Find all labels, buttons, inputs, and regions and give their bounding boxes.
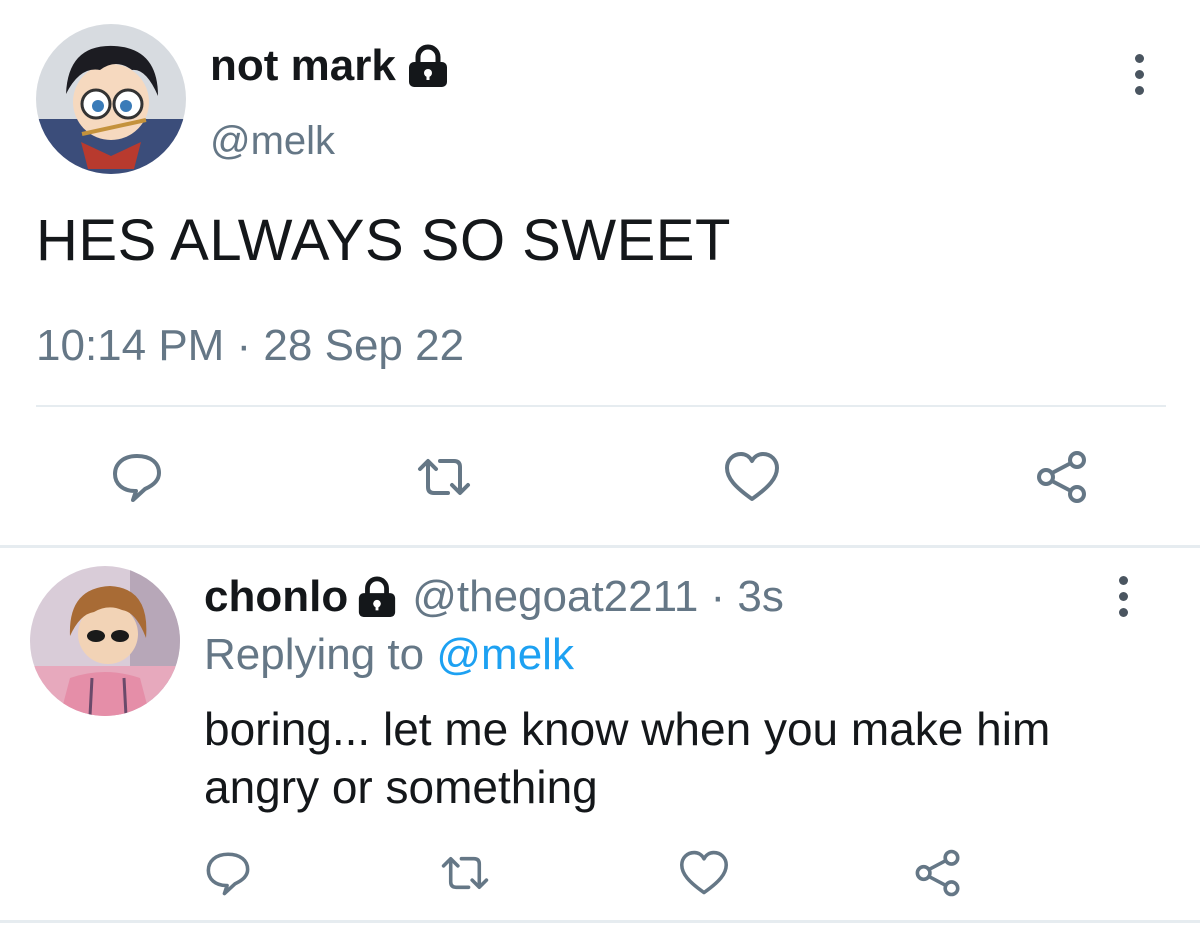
main-tweet-more-button[interactable] bbox=[1124, 44, 1154, 104]
main-tweet-timestamp[interactable]: 10:14 PM · 28 Sep 22 bbox=[36, 318, 464, 374]
main-tweet-handle[interactable]: @melk bbox=[210, 116, 335, 166]
vertical-dots-icon bbox=[1134, 53, 1144, 63]
share-icon bbox=[915, 849, 960, 897]
reply-handle-time[interactable]: @thegoat2211 · 3s bbox=[412, 570, 784, 624]
reply-text: boring... let me know when you make him … bbox=[204, 703, 1051, 813]
main-tweet-text: HES ALWAYS SO SWEET bbox=[36, 208, 731, 273]
reply-more-button[interactable] bbox=[1108, 566, 1138, 626]
main-tweet-avatar[interactable] bbox=[36, 24, 186, 174]
retweet-icon bbox=[441, 856, 489, 890]
reply-avatar[interactable] bbox=[30, 566, 180, 716]
main-share-button[interactable] bbox=[1030, 445, 1094, 509]
reply-reply-button[interactable] bbox=[200, 845, 256, 901]
replying-to-mention[interactable]: @melk bbox=[436, 630, 574, 679]
speech-bubble-icon bbox=[113, 454, 161, 502]
retweet-icon bbox=[418, 459, 470, 495]
main-retweet-button[interactable] bbox=[412, 445, 476, 509]
main-tweet-display-name-row[interactable]: not mark bbox=[210, 40, 450, 92]
main-reply-button[interactable] bbox=[105, 445, 169, 509]
divider bbox=[36, 405, 1166, 407]
share-icon bbox=[1037, 451, 1086, 503]
main-tweet-display-name[interactable]: not mark bbox=[210, 40, 396, 92]
reply-header[interactable]: chonlo @thegoat2211 · 3s bbox=[204, 570, 784, 624]
main-like-button[interactable] bbox=[720, 445, 784, 509]
lock-icon bbox=[356, 575, 398, 619]
section-divider bbox=[0, 545, 1200, 548]
speech-bubble-icon bbox=[206, 852, 250, 896]
heart-icon bbox=[679, 850, 728, 895]
vertical-dots-icon bbox=[1118, 575, 1128, 585]
replying-to-line: Replying to @melk bbox=[204, 628, 574, 682]
bottom-divider bbox=[0, 920, 1200, 923]
heart-icon bbox=[725, 452, 779, 501]
replying-to-label: Replying to bbox=[204, 630, 425, 679]
reply-retweet-button[interactable] bbox=[435, 845, 495, 901]
reply-like-button[interactable] bbox=[676, 845, 732, 901]
reply-share-button[interactable] bbox=[910, 845, 966, 901]
reply-display-name[interactable]: chonlo bbox=[204, 570, 348, 624]
lock-icon bbox=[406, 43, 450, 89]
